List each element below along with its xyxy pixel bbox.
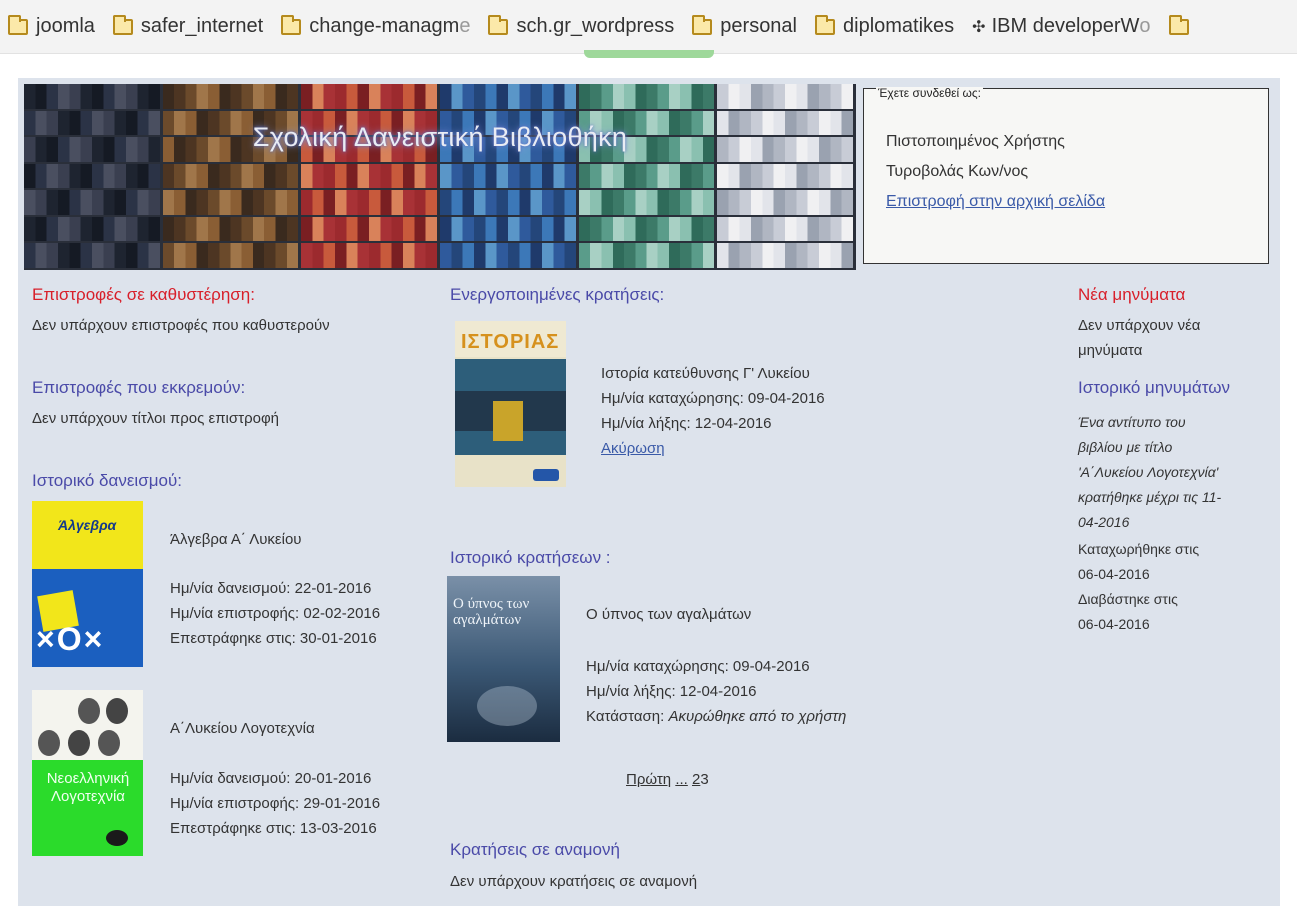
bookmark-sch-wordpress[interactable]: sch.gr_wordpress (488, 14, 675, 38)
bookmark-label: safer_internet (140, 15, 264, 37)
banner-title: Σχολική Δανειστική Βιβλιοθήκη (252, 122, 628, 152)
bookmark-overflow[interactable] (1168, 14, 1197, 35)
cover-title-algebra: Άλγεβρα (58, 517, 117, 533)
message-line: βιβλίου με τίτλο (1078, 439, 1173, 455)
registered-date: 06-04-2016 (1078, 566, 1150, 582)
bookmarks-bar: joomla safer_internet change-managm e sch… (0, 0, 1297, 54)
bookmark-label-fade: e (459, 15, 471, 37)
active-reservations-heading: Ενεργοποιημένες κρατήσεις: (450, 285, 665, 304)
folder-icon (8, 14, 28, 35)
user-name: Τυροβολάς Κων/νος (886, 163, 1029, 180)
waiting-reservations-text: Δεν υπάρχουν κρατήσεις σε αναμονή (450, 873, 698, 890)
folder-icon (112, 14, 133, 35)
message-line: 'Α΄Λυκείου Λογοτεχνία' (1078, 464, 1219, 480)
active-tab-indicator (584, 50, 714, 58)
message-line: Ένα αντίτυπο του (1078, 414, 1186, 430)
book-cover-algebra: Άλγεβρα ×O× (32, 501, 143, 667)
message-meta: Καταχωρήθηκε στις 06-04-2016 Διαβάστηκε … (1078, 537, 1199, 637)
cover-title-literature: Νεοελληνική Λογοτεχνία (46, 770, 130, 805)
book-cover-history: ΙΣΤΟΡΙΑΣ (455, 321, 566, 487)
library-banner: Σχολική Δανειστική Βιβλιοθήκη (24, 84, 856, 270)
loan-history-heading: Ιστορικό δανεισμού: (32, 471, 182, 490)
overdue-text: Δεν υπάρχουν επιστροφές που καθυστερούν (32, 317, 330, 334)
login-info-box: Έχετε συνδεθεί ως: Πιστοποιημένος Χρήστη… (863, 86, 1269, 264)
waiting-reservations-heading: Κρατήσεις σε αναμονή (450, 840, 620, 859)
registered-label: Καταχωρήθηκε στις (1078, 541, 1200, 557)
cover-title-sleep: Ο ύπνος των αγαλμάτων (453, 596, 530, 628)
bookshelf-image (24, 84, 856, 270)
home-link[interactable]: Επιστροφή στην αρχική σελίδα (886, 193, 1105, 211)
read-date: 06-04-2016 (1078, 616, 1150, 632)
bookmark-label: diplomatikes (843, 15, 955, 37)
history-exp-date: Ημ/νία λήξης: 12-04-2016 (586, 683, 757, 700)
new-messages-text-line1: Δεν υπάρχουν νέα (1078, 317, 1201, 334)
new-messages-heading: Νέα μηνύματα (1078, 285, 1186, 304)
message-history-heading: Ιστορικό μηνυμάτων (1078, 378, 1230, 397)
due-date: Ημ/νία επιστροφής: 29-01-2016 (170, 795, 381, 812)
bookmark-label: change-managm (309, 15, 460, 37)
returned-date: Επεστράφηκε στις: 13-03-2016 (170, 820, 377, 837)
bookmark-joomla[interactable]: joomla (8, 14, 95, 38)
user-role: Πιστοποιημένος Χρήστης (886, 133, 1065, 150)
reservation-history-heading: Ιστορικό κρατήσεων : (450, 548, 611, 567)
bookmark-label: personal (720, 15, 797, 37)
message-body: Ένα αντίτυπο του βιβλίου με τίτλο 'Α΄Λυκ… (1078, 410, 1221, 535)
history-reservation-title: Ο ύπνος των αγαλμάτων (586, 606, 752, 623)
bookmark-diplomatikes[interactable]: diplomatikes (815, 14, 955, 38)
new-messages-text-line2: μηνύματα (1078, 342, 1143, 359)
bookmark-change-management[interactable]: change-managm e (281, 14, 471, 38)
bookmark-label: sch.gr_wordpress (516, 15, 675, 37)
bookmark-safer-internet[interactable]: safer_internet (112, 14, 264, 38)
pager-ellipsis[interactable]: ... (675, 771, 688, 788)
cover-title-history: ΙΣΤΟΡΙΑΣ (461, 331, 560, 353)
bookmark-personal[interactable]: personal (692, 14, 797, 38)
loan-title: Άλγεβρα Α΄ Λυκείου (170, 531, 302, 548)
history-status: Κατάσταση: Ακυρώθηκε από το χρήστη (586, 708, 846, 725)
status-value: Ακυρώθηκε από το χρήστη (668, 708, 847, 725)
loan-date: Ημ/νία δανεισμού: 20-01-2016 (170, 770, 372, 787)
folder-icon (1168, 14, 1189, 35)
message-line: 04-2016 (1078, 514, 1130, 530)
history-reg-date: Ημ/νία καταχώρησης: 09-04-2016 (586, 658, 810, 675)
loan-title: Α΄Λυκείου Λογοτεχνία (170, 720, 315, 737)
bookmark-ibm-developerworks[interactable]: ✣ IBM developerW o (972, 15, 1150, 38)
overdue-heading: Επιστροφές σε καθυστέρηση: (32, 285, 255, 304)
message-line: κρατήθηκε μέχρι τις 11- (1078, 489, 1222, 505)
pending-heading: Επιστροφές που εκκρεμούν: (32, 378, 246, 397)
book-cover-sleep-of-statues: Ο ύπνος των αγαλμάτων (447, 576, 560, 742)
bookmark-label-fade: o (1139, 15, 1151, 37)
pager-first[interactable]: Πρώτη (626, 771, 671, 788)
reservation-exp-date: Ημ/νία λήξης: 12-04-2016 (601, 415, 772, 432)
reservation-reg-date: Ημ/νία καταχώρησης: 09-04-2016 (601, 390, 825, 407)
login-legend: Έχετε συνδεθεί ως: (876, 86, 983, 100)
bookmark-label: joomla (36, 15, 95, 37)
ibm-icon: ✣ (972, 18, 986, 36)
cancel-reservation-link[interactable]: Ακύρωση (601, 440, 665, 457)
pagination: Πρώτη ... 23 (626, 771, 709, 788)
bookmark-label: IBM developerW (991, 15, 1140, 37)
loan-date: Ημ/νία δανεισμού: 22-01-2016 (170, 580, 372, 597)
folder-icon (281, 14, 302, 35)
read-label: Διαβάστηκε στις (1078, 591, 1178, 607)
status-label: Κατάσταση: (586, 708, 669, 725)
folder-icon (692, 14, 713, 35)
due-date: Ημ/νία επιστροφής: 02-02-2016 (170, 605, 381, 622)
pending-text: Δεν υπάρχουν τίτλοι προς επιστροφή (32, 410, 280, 427)
reservation-title: Ιστορία κατεύθυνσης Γ' Λυκείου (601, 365, 810, 382)
pager-page-3: 3 (700, 771, 709, 788)
folder-icon (815, 14, 835, 35)
library-page: Σχολική Δανειστική Βιβλιοθήκη Έχετε συνδ… (18, 78, 1280, 906)
folder-icon (488, 14, 509, 35)
returned-date: Επεστράφηκε στις: 30-01-2016 (170, 630, 377, 647)
book-cover-literature: Νεοελληνική Λογοτεχνία (32, 690, 143, 856)
